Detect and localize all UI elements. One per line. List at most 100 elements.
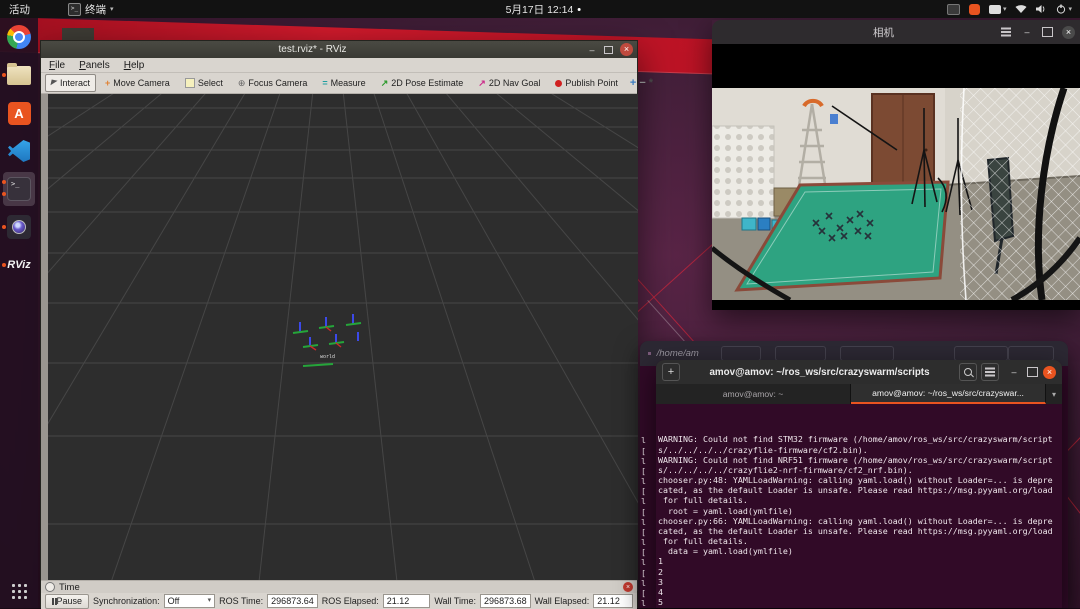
- tool-2d-nav-goal[interactable]: ↗ 2D Nav Goal: [472, 74, 546, 92]
- power-icon[interactable]: ▾: [1056, 3, 1072, 15]
- dock-item-vscode[interactable]: [0, 132, 38, 170]
- menu-panels[interactable]: Panels: [79, 60, 110, 71]
- terminal-line: WARNING: Could not find STM32 firmware (…: [658, 434, 1058, 444]
- collapse-icon[interactable]: [45, 582, 55, 592]
- maximize-button[interactable]: [1037, 27, 1057, 37]
- tool-publish-point[interactable]: Publish Point: [549, 74, 624, 92]
- lab-scene-image: [712, 88, 1080, 300]
- dock-item-rviz[interactable]: RViz: [0, 246, 38, 284]
- activities-button[interactable]: 活动: [9, 2, 30, 17]
- wall-elapsed-field[interactable]: 21.12: [593, 594, 633, 608]
- clock-menu[interactable]: 5月17日 12:14: [506, 2, 581, 17]
- gutter-char: [: [641, 588, 656, 598]
- terminal-line: for full details.: [658, 495, 1058, 505]
- close-button[interactable]: ×: [1043, 366, 1056, 379]
- maximize-button[interactable]: [1023, 367, 1041, 377]
- dock-item-chrome[interactable]: [0, 18, 38, 56]
- pause-icon: [52, 598, 54, 605]
- wall-time-field[interactable]: 296873.68: [480, 594, 531, 608]
- close-button[interactable]: ×: [620, 43, 633, 56]
- nav-goal-icon: ↗: [478, 78, 486, 89]
- files-icon: [7, 66, 31, 85]
- volume-icon[interactable]: [1036, 3, 1047, 15]
- search-button[interactable]: [959, 363, 977, 381]
- wifi-icon[interactable]: [1015, 3, 1027, 15]
- menu-help[interactable]: Help: [124, 60, 145, 71]
- tab-home[interactable]: amov@amov: ~: [656, 384, 851, 404]
- minimize-button[interactable]: –: [1017, 27, 1037, 37]
- tool-measure[interactable]: = Measure: [316, 74, 371, 92]
- minimize-button[interactable]: –: [584, 45, 600, 55]
- rviz-toolbar: Interact + Move Camera Select ⊕ Focus Ca…: [41, 73, 637, 94]
- menu-button[interactable]: [981, 363, 999, 381]
- fcitx-icon[interactable]: [969, 3, 980, 15]
- search-icon: [964, 368, 972, 376]
- gutter-char: [: [641, 446, 656, 456]
- close-panel-button[interactable]: ×: [623, 582, 633, 592]
- gutter-char: l: [641, 517, 656, 527]
- back-tab-title: /home/am: [657, 348, 699, 359]
- new-tab-button[interactable]: +: [662, 363, 680, 381]
- gutter-char: [: [641, 507, 656, 517]
- tool-interact[interactable]: Interact: [45, 74, 96, 92]
- hamburger-icon: [1001, 31, 1011, 32]
- gutter-char: [: [641, 527, 656, 537]
- terminal-line: s/../../../../crazyflie2-nrf-firmware/cf…: [658, 465, 1058, 475]
- dock-item-ubuntu-software[interactable]: A: [0, 94, 38, 132]
- screen-icon[interactable]: [947, 3, 960, 15]
- ros-time-field[interactable]: 296873.64: [267, 594, 318, 608]
- tool-properties-button[interactable]: *: [649, 76, 653, 90]
- gutter-char: [: [641, 547, 656, 557]
- gutter-char: l: [641, 557, 656, 567]
- terminal-app-icon: >_: [68, 3, 81, 16]
- sync-dropdown[interactable]: Off ▾: [164, 594, 216, 608]
- rviz-window: test.rviz* - RViz – × File Panels Help I…: [40, 40, 638, 608]
- app-menu[interactable]: >_ 终端 ▾: [68, 2, 114, 17]
- terminal-titlebar[interactable]: + amov@amov: ~/ros_ws/src/crazyswarm/scr…: [656, 360, 1062, 384]
- ubuntu-software-icon: A: [8, 102, 31, 125]
- terminal-line: root = yaml.load(ymlfile): [658, 506, 1058, 516]
- dock-item-terminal[interactable]: >_: [0, 170, 38, 208]
- tab-crazyswarm-scripts[interactable]: amov@amov: ~/ros_ws/src/crazyswar...: [851, 384, 1046, 404]
- rviz-3d-viewport[interactable]: world: [48, 94, 638, 591]
- time-panel-header[interactable]: Time ×: [41, 580, 637, 593]
- tool-move-camera[interactable]: + Move Camera: [99, 74, 176, 92]
- tool-2d-pose-estimate[interactable]: ↗ 2D Pose Estimate: [375, 74, 470, 92]
- keyboard-icon[interactable]: ▾: [989, 3, 1007, 15]
- minimize-button[interactable]: –: [1005, 367, 1023, 377]
- dock-item-camera-app[interactable]: [0, 208, 38, 246]
- running-indicator: [2, 225, 6, 229]
- pause-button[interactable]: Pause: [45, 594, 89, 609]
- terminal-line: 3: [658, 577, 1058, 587]
- close-button[interactable]: ×: [1062, 26, 1075, 39]
- terminal-line: for full details.: [658, 536, 1058, 546]
- ros-elapsed-field[interactable]: 21.12: [383, 594, 431, 608]
- measure-icon: =: [322, 78, 327, 88]
- window-title: test.rviz* - RViz: [41, 44, 584, 55]
- remove-tool-button[interactable]: −: [639, 76, 645, 90]
- rviz-titlebar[interactable]: test.rviz* - RViz – ×: [41, 41, 637, 58]
- terminal-line: cated, as the default Loader is unsafe. …: [658, 526, 1058, 536]
- tab-list-button[interactable]: ▾: [1046, 384, 1062, 404]
- tool-focus-camera[interactable]: ⊕ Focus Camera: [232, 74, 314, 92]
- tool-select[interactable]: Select: [179, 74, 229, 92]
- dock-item-files[interactable]: [0, 56, 38, 94]
- show-applications-button[interactable]: [0, 574, 38, 608]
- terminal-line: 4: [658, 587, 1058, 597]
- terminal-tabbar: amov@amov: ~ amov@amov: ~/ros_ws/src/cra…: [656, 384, 1062, 404]
- ghost-button: [954, 346, 1008, 361]
- ghost-button: [721, 346, 761, 361]
- terminal-line: 1: [658, 556, 1058, 566]
- maximize-button[interactable]: [600, 46, 616, 54]
- terminal-icon: >_: [7, 177, 31, 201]
- terminal-line: data = yaml.load(ymlfile): [658, 546, 1058, 556]
- camera-titlebar[interactable]: 相机 – ×: [712, 20, 1080, 44]
- menu-file[interactable]: File: [49, 60, 65, 71]
- notification-dot: [577, 8, 580, 11]
- terminal-line: chooser.py:66: YAMLLoadWarning: calling …: [658, 516, 1058, 526]
- terminal-output[interactable]: WARNING: Could not find STM32 firmware (…: [658, 404, 1058, 608]
- menu-button[interactable]: [995, 31, 1017, 32]
- add-tool-button[interactable]: +: [630, 76, 636, 90]
- sync-label: Synchronization:: [93, 596, 160, 606]
- terminal-line: 5: [658, 597, 1058, 607]
